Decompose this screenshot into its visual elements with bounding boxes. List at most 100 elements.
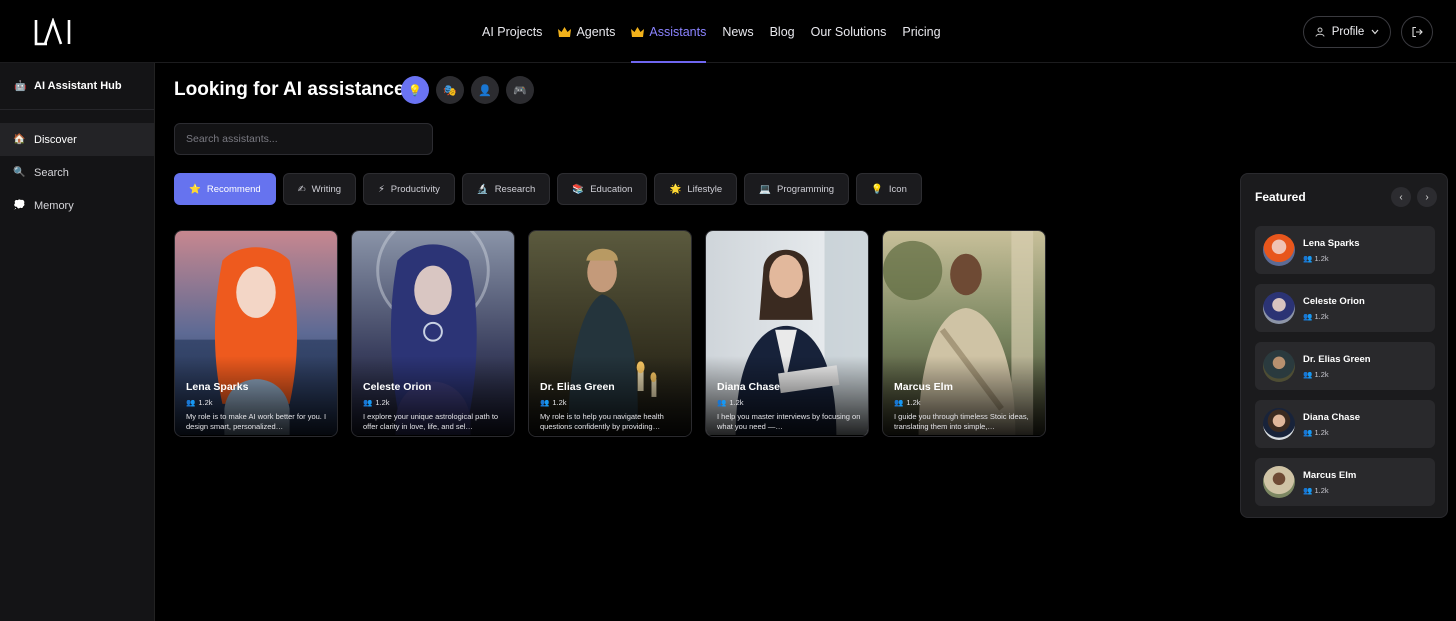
assistant-description: I help you master interviews by focusing… bbox=[717, 412, 861, 431]
nav-label: Assistants bbox=[649, 24, 707, 39]
microscope-icon: 🔬 bbox=[476, 183, 489, 195]
assistant-name: Diana Chase bbox=[717, 381, 781, 393]
users-icon: 👥 bbox=[894, 398, 904, 407]
featured-title: Featured bbox=[1255, 190, 1306, 204]
robot-icon: 🤖 bbox=[14, 80, 27, 92]
category-label: Lifestyle bbox=[687, 183, 723, 195]
category-filter: ⭐ Recommend ✍ Writing ⚡ Productivity 🔬 Resea… bbox=[174, 173, 922, 205]
category-productivity[interactable]: ⚡ Productivity bbox=[363, 173, 455, 205]
assistant-name: Celeste Orion bbox=[363, 381, 432, 393]
featured-next-button[interactable]: › bbox=[1417, 187, 1437, 207]
category-label: Productivity bbox=[390, 183, 440, 195]
assistant-description: My role is to make AI work better for yo… bbox=[186, 412, 327, 431]
users-icon: 👥 bbox=[1303, 427, 1313, 437]
assistant-description: I guide you through timeless Stoic ideas… bbox=[894, 412, 1029, 431]
nav-label: Agents bbox=[576, 24, 616, 39]
avatar bbox=[1263, 466, 1295, 498]
crown-icon bbox=[558, 26, 572, 37]
assistant-card-celeste-orion[interactable]: Celeste Orion 👥 1.2k I explore your uniqu… bbox=[351, 230, 515, 437]
category-education[interactable]: 📚 Education bbox=[557, 173, 648, 205]
search-assistants-input[interactable] bbox=[174, 123, 433, 155]
featured-item-celeste-orion[interactable]: Celeste Orion 👥 1.2k bbox=[1255, 284, 1435, 332]
profile-label: Profile bbox=[1331, 26, 1365, 38]
gamepad-icon: 🎮 bbox=[513, 84, 527, 97]
category-label: Programming bbox=[777, 183, 835, 195]
category-programming[interactable]: 💻 Programming bbox=[744, 173, 850, 205]
user-count-value: 1.2k bbox=[1314, 485, 1329, 495]
featured-name: Dr. Elias Green bbox=[1303, 353, 1371, 365]
assistant-card-lena-sparks[interactable]: Lena Sparks 👥 1.2k My role is to make AI … bbox=[174, 230, 338, 437]
user-count-value: 1.2k bbox=[198, 398, 213, 407]
featured-item-dr-elias-green[interactable]: Dr. Elias Green 👥 1.2k bbox=[1255, 342, 1435, 390]
featured-panel: Featured ‹ › Lena Sparks 👥 1.2k Celeste O… bbox=[1240, 173, 1448, 518]
user-count: 👥 1.2k bbox=[1303, 486, 1356, 495]
category-label: Research bbox=[494, 183, 536, 195]
mode-button-idea[interactable]: 💡 bbox=[401, 76, 429, 104]
nav-label: Pricing bbox=[902, 24, 941, 39]
nav-our-solutions[interactable]: Our Solutions bbox=[811, 0, 887, 63]
nav-label: Our Solutions bbox=[810, 24, 887, 39]
category-label: Education bbox=[590, 183, 633, 195]
nav-label: Blog bbox=[769, 24, 795, 39]
profile-button[interactable]: Profile bbox=[1303, 16, 1391, 48]
featured-item-marcus-elm[interactable]: Marcus Elm 👥 1.2k bbox=[1255, 458, 1435, 506]
nav-agents[interactable]: Agents bbox=[558, 0, 615, 63]
category-research[interactable]: 🔬 Research bbox=[461, 173, 551, 205]
star-icon: ⭐ bbox=[189, 183, 201, 195]
sidebar-item-label: Memory bbox=[34, 199, 74, 212]
mode-button-game[interactable]: 🎮 bbox=[506, 76, 534, 104]
featured-name: Marcus Elm bbox=[1303, 469, 1357, 481]
person-icon: 👤 bbox=[478, 84, 492, 97]
theater-masks-icon: 🎭 bbox=[443, 84, 457, 97]
sidebar-header: 🤖 AI Assistant Hub bbox=[0, 63, 154, 110]
sidebar-item-search[interactable]: 🔍 Search bbox=[0, 156, 154, 189]
laptop-icon: 💻 bbox=[759, 183, 772, 195]
avatar bbox=[1263, 292, 1295, 324]
featured-prev-button[interactable]: ‹ bbox=[1391, 187, 1411, 207]
mode-button-person[interactable]: 👤 bbox=[471, 76, 499, 104]
featured-item-diana-chase[interactable]: Diana Chase 👥 1.2k bbox=[1255, 400, 1435, 448]
user-count: 👥 1.2k bbox=[1303, 312, 1365, 321]
user-count: 👥 1.2k bbox=[540, 398, 567, 407]
nav-assistants[interactable]: Assistants bbox=[631, 0, 706, 63]
crown-icon bbox=[631, 26, 645, 37]
category-icon[interactable]: 💡 Icon bbox=[856, 173, 922, 205]
user-count: 👥 1.2k bbox=[186, 398, 213, 407]
lightning-icon: ⚡ bbox=[378, 183, 385, 195]
lai-logo[interactable] bbox=[34, 18, 72, 46]
assistant-card-dr-elias-green[interactable]: Dr. Elias Green 👥 1.2k My role is to help… bbox=[528, 230, 692, 437]
sidebar: 🤖 AI Assistant Hub 🏠 Discover 🔍 Search 💭… bbox=[0, 63, 155, 621]
sidebar-item-label: Discover bbox=[34, 133, 77, 146]
assistant-card-diana-chase[interactable]: Diana Chase 👥 1.2k I help you master inte… bbox=[705, 230, 869, 437]
page-title: Looking for AI assistance? bbox=[174, 79, 417, 100]
user-count: 👥 1.2k bbox=[1303, 254, 1360, 263]
chevron-left-icon: ‹ bbox=[1399, 191, 1403, 203]
mode-button-theater[interactable]: 🎭 bbox=[436, 76, 464, 104]
nav-ai-projects[interactable]: AI Projects bbox=[482, 0, 542, 63]
sidebar-item-memory[interactable]: 💭 Memory bbox=[0, 189, 154, 222]
mode-switcher: 💡 🎭 👤 🎮 bbox=[401, 76, 534, 104]
category-recommend[interactable]: ⭐ Recommend bbox=[174, 173, 276, 205]
assistant-card-marcus-elm[interactable]: Marcus Elm 👥 1.2k I guide you through tim… bbox=[882, 230, 1046, 437]
user-count: 👥 1.2k bbox=[1303, 428, 1360, 437]
nav-pricing[interactable]: Pricing bbox=[902, 0, 940, 63]
users-icon: 👥 bbox=[1303, 485, 1313, 495]
user-count: 👥 1.2k bbox=[717, 398, 744, 407]
magnifier-icon: 🔍 bbox=[13, 167, 26, 178]
logout-icon bbox=[1412, 26, 1423, 38]
assistant-name: Dr. Elias Green bbox=[540, 381, 615, 393]
featured-item-lena-sparks[interactable]: Lena Sparks 👥 1.2k bbox=[1255, 226, 1435, 274]
logout-button[interactable] bbox=[1401, 16, 1433, 48]
user-count-value: 1.2k bbox=[375, 398, 390, 407]
sidebar-item-discover[interactable]: 🏠 Discover bbox=[0, 123, 154, 156]
avatar bbox=[1263, 408, 1295, 440]
nav-news[interactable]: News bbox=[722, 0, 753, 63]
category-writing[interactable]: ✍ Writing bbox=[282, 173, 357, 205]
user-count: 👥 1.2k bbox=[894, 398, 921, 407]
sidebar-item-label: Search bbox=[34, 166, 69, 179]
nav-blog[interactable]: Blog bbox=[770, 0, 795, 63]
user-count-value: 1.2k bbox=[729, 398, 744, 407]
lightbulb-icon: 💡 bbox=[871, 183, 883, 195]
category-lifestyle[interactable]: 🌟 Lifestyle bbox=[654, 173, 738, 205]
sparkle-star-icon: 🌟 bbox=[669, 183, 682, 195]
